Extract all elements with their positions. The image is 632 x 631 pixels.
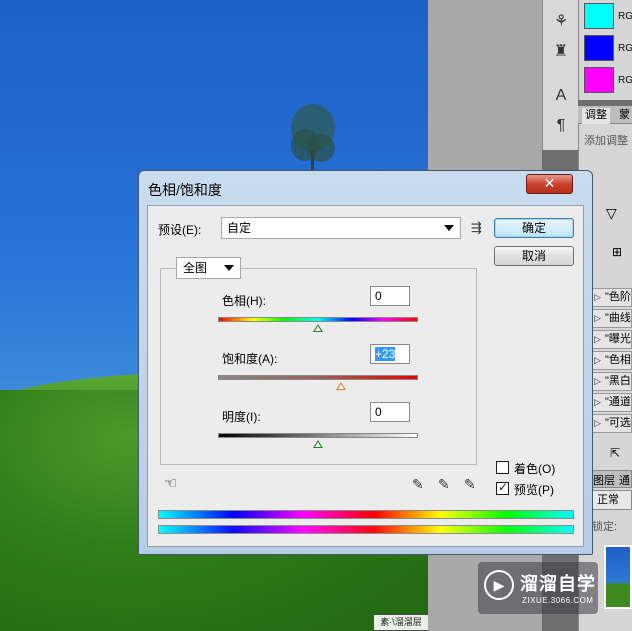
colorize-label: 着色(O) — [514, 462, 556, 476]
saturation-slider-track[interactable] — [218, 375, 418, 380]
side-toolstrip: ⚘ ♜ A ¶ — [542, 0, 578, 150]
close-button[interactable]: ✕ — [526, 174, 573, 194]
swatch-blue[interactable] — [584, 35, 614, 61]
lightness-input[interactable]: 0 — [370, 402, 410, 422]
preset-item[interactable]: "可选 — [592, 414, 632, 433]
saturation-slider-thumb[interactable] — [336, 382, 346, 390]
swatch-label: RG — [618, 43, 632, 54]
swatch-cyan[interactable] — [584, 3, 614, 29]
preset-item[interactable]: "色相 — [592, 351, 632, 370]
saturation-value: +23 — [375, 347, 396, 361]
watermark-url: ZIXUE.3066.COM — [522, 596, 594, 605]
saturation-label: 饱和度(A): — [222, 352, 278, 366]
stamp-icon[interactable]: ♜ — [551, 42, 571, 62]
eyedropper-minus-icon[interactable]: ✎ — [464, 476, 476, 493]
layers-tabs: 图层 通 — [590, 470, 632, 488]
exposure-icon[interactable]: ⊞ — [612, 245, 622, 259]
hand-adjust-icon[interactable]: ☜ — [164, 474, 177, 492]
preset-item[interactable]: "黑白 — [592, 372, 632, 391]
preset-item[interactable]: "曲线 — [592, 309, 632, 328]
lightness-label: 明度(I): — [222, 410, 261, 424]
preset-label: 预设(E): — [158, 223, 202, 237]
clone-source-icon[interactable]: ⚘ — [551, 12, 571, 32]
character-icon[interactable]: A — [551, 86, 571, 106]
hue-saturation-dialog: 色相/饱和度 ✕ 预设(E): 自定 ⇶ 确定 取消 全图 色相(H): 0 饱… — [138, 170, 593, 555]
play-icon: ▶ — [484, 570, 514, 600]
lightness-slider-thumb[interactable] — [313, 440, 323, 448]
swatch-magenta[interactable] — [584, 67, 614, 93]
tab-channels[interactable]: 通 — [619, 472, 630, 488]
levels-icon[interactable]: ▽ — [606, 205, 617, 222]
colorize-checkbox[interactable] — [496, 461, 509, 474]
add-adjustment-label: 添加调整 — [584, 135, 628, 147]
preset-value: 自定 — [227, 221, 252, 235]
blend-mode-select[interactable]: 正常 — [590, 490, 632, 510]
preset-item[interactable]: "色阶 — [592, 288, 632, 307]
hue-slider-thumb[interactable] — [313, 324, 323, 332]
watermark: ▶ 溜溜自学 ZIXUE.3066.COM — [478, 562, 598, 614]
tab-masks[interactable]: 蒙 — [616, 108, 632, 124]
image-caption: 素·\溜溜层 — [373, 614, 428, 631]
preset-item[interactable]: "通道 — [592, 393, 632, 412]
tab-adjustments[interactable]: 调整 — [582, 108, 610, 124]
eyedropper-icon[interactable]: ✎ — [412, 476, 424, 493]
color-bar-after — [158, 525, 574, 534]
preset-options-icon[interactable]: ⇶ — [471, 220, 482, 236]
swatch-label: RG — [618, 75, 632, 86]
hue-input[interactable]: 0 — [370, 286, 410, 306]
tab-layers[interactable]: 图层 — [593, 472, 615, 488]
paragraph-icon[interactable]: ¶ — [551, 116, 571, 136]
edit-range-select[interactable]: 全图 — [176, 257, 241, 279]
chevron-down-icon — [224, 265, 234, 271]
lightness-slider-track[interactable] — [218, 433, 418, 438]
preset-item[interactable]: "曝光 — [592, 330, 632, 349]
dialog-title: 色相/饱和度 — [148, 182, 222, 198]
title-bar[interactable]: 色相/饱和度 ✕ — [139, 171, 592, 205]
chevron-down-icon — [444, 225, 454, 231]
lock-label: 锁定: — [592, 521, 618, 533]
tree-image — [291, 104, 335, 180]
cancel-button[interactable]: 取消 — [494, 246, 574, 266]
swatch-label: RG — [618, 11, 632, 22]
dialog-body: 预设(E): 自定 ⇶ 确定 取消 全图 色相(H): 0 饱和度(A): +2… — [147, 205, 584, 547]
preview-label: 预览(P) — [514, 483, 554, 497]
hue-label: 色相(H): — [222, 294, 266, 308]
ok-button[interactable]: 确定 — [494, 218, 574, 238]
layer-thumbnail[interactable] — [604, 545, 632, 609]
preset-select[interactable]: 自定 — [221, 217, 461, 239]
adjustments-tabs: 调整 蒙 — [578, 106, 632, 124]
panel-options-icon[interactable]: ⇱ — [610, 446, 620, 460]
color-bar-before — [158, 510, 574, 519]
saturation-input[interactable]: +23 — [370, 344, 410, 364]
eyedropper-plus-icon[interactable]: ✎ — [438, 476, 450, 493]
swatches-panel: RG RG RG — [578, 0, 632, 100]
preview-checkbox[interactable] — [496, 480, 509, 495]
hue-slider-track[interactable] — [218, 317, 418, 322]
watermark-name: 溜溜自学 — [520, 574, 596, 594]
edit-range-value: 全图 — [183, 261, 208, 275]
